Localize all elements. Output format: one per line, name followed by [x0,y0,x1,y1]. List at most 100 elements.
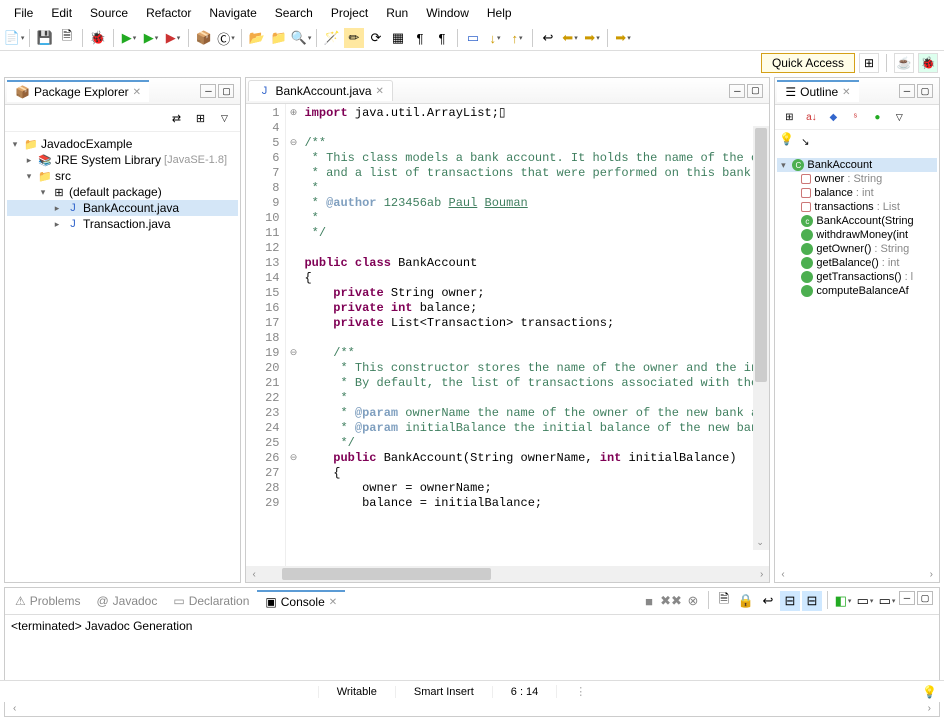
collapse-arrow-icon[interactable]: ▸ [51,219,63,230]
package-explorer-tab[interactable]: 📦 Package Explorer ✕ [7,80,149,102]
expand-arrow-icon[interactable]: ▾ [37,187,49,198]
sort-icon[interactable]: a↓ [801,107,821,127]
pilcrow-button[interactable]: ¶ [432,28,452,48]
debug-perspective-button[interactable]: 🐞 [918,53,938,73]
file-node-transaction[interactable]: ▸ J Transaction.java [7,216,238,232]
outline-member[interactable]: balance : int [777,186,937,200]
annotation-button[interactable]: ▭ [463,28,483,48]
display-selected-button[interactable]: ▭ [855,591,875,611]
outline-member[interactable]: cBankAccount(String [777,214,937,228]
expand-arrow-icon[interactable]: ▾ [23,171,35,182]
outline-member[interactable]: withdrawMoney(int [777,228,937,242]
run-button[interactable]: ▶ [119,28,139,48]
maximize-button[interactable]: ▢ [218,84,234,98]
outline-scrollbar[interactable]: ‹› [775,567,939,582]
open-type-button[interactable]: 📂 [247,28,267,48]
tab-problems[interactable]: ⚠Problems [7,591,88,611]
link-editor-icon[interactable]: ⊞ [190,108,210,128]
remove-launch-button[interactable]: ✖✖ [661,591,681,611]
java-perspective-button[interactable]: ☕ [894,53,914,73]
outline-member[interactable]: getTransactions() : l [777,270,937,284]
outline-member[interactable]: owner : String [777,172,937,186]
outline-class-node[interactable]: ▾CBankAccount [777,158,937,172]
hide-static-icon[interactable]: ˢ [845,107,865,127]
minimize-button[interactable]: ─ [729,84,745,98]
toggle-highlight-button[interactable]: ✏ [344,28,364,48]
open-perspective-button[interactable]: ⊞ [859,53,879,73]
show-console-out-button[interactable]: ⊟ [780,591,800,611]
open-task-button[interactable]: 📁 [269,28,289,48]
console-scrollbar[interactable]: ‹› [5,701,939,716]
coverage-button[interactable]: ▶ [141,28,161,48]
show-whitespace-button[interactable]: ¶ [410,28,430,48]
maximize-button[interactable]: ▢ [917,591,933,605]
code-area[interactable]: import java.util.ArrayList;▯ /** * This … [300,104,769,566]
close-icon[interactable]: ✕ [133,87,141,98]
minimize-button[interactable]: ─ [899,84,915,98]
src-node[interactable]: ▾ 📁 src [7,168,238,184]
block-select-button[interactable]: ▦ [388,28,408,48]
outline-member[interactable]: getBalance() : int [777,256,937,270]
menu-window[interactable]: Window [418,3,477,23]
remove-all-button[interactable]: ⊗ [683,591,703,611]
tip-icon[interactable]: 💡 [922,685,936,699]
menu-edit[interactable]: Edit [43,3,80,23]
quick-access-field[interactable]: Quick Access [761,53,855,73]
outline-tab[interactable]: ☰ Outline ✕ [777,80,858,102]
save-all-button[interactable]: 🗎 [57,28,77,48]
package-node[interactable]: ▾ ⊞ (default package) [7,184,238,200]
editor-body[interactable]: 1456789101112131415161718192021222324252… [246,104,769,566]
last-edit-button[interactable]: ↩ [538,28,558,48]
tab-javadoc[interactable]: @Javadoc [88,591,165,611]
clear-console-button[interactable]: 🗎 [714,591,734,611]
minimize-button[interactable]: ─ [200,84,216,98]
outline-member[interactable]: getOwner() : String [777,242,937,256]
maximize-button[interactable]: ▢ [917,84,933,98]
horizontal-scrollbar[interactable]: ‹› [246,566,769,582]
save-button[interactable]: 💾 [35,28,55,48]
collapse-arrow-icon[interactable]: ▸ [51,203,63,214]
prev-annotation-button[interactable]: ↑ [507,28,527,48]
collapse-arrow-icon[interactable]: ▸ [23,155,35,166]
new-button[interactable]: 📄 [4,28,24,48]
collapse-all-icon[interactable]: ⇄ [166,108,186,128]
debug-button[interactable]: 🐞 [88,28,108,48]
back-button[interactable]: ⬅ [560,28,580,48]
menu-run[interactable]: Run [378,3,416,23]
outline-member[interactable]: transactions : List [777,200,937,214]
search-button[interactable]: 🔍 [291,28,311,48]
menu-navigate[interactable]: Navigate [201,3,264,23]
menu-refactor[interactable]: Refactor [138,3,199,23]
file-node-bankaccount[interactable]: ▸ J BankAccount.java [7,200,238,216]
new-package-button[interactable]: 📦 [194,28,214,48]
menu-help[interactable]: Help [479,3,520,23]
perspective-button[interactable]: ➡ [613,28,633,48]
menu-source[interactable]: Source [82,3,136,23]
tab-console[interactable]: ▣Console ✕ [257,590,345,612]
word-wrap-button[interactable]: ↩ [758,591,778,611]
lightbulb-icon[interactable]: 💡 [779,132,793,146]
vertical-scrollbar[interactable]: ⌄ [753,126,769,550]
menu-file[interactable]: File [6,3,41,23]
focus-icon[interactable]: ⊞ [779,107,799,127]
menu-project[interactable]: Project [323,3,376,23]
show-console-err-button[interactable]: ⊟ [802,591,822,611]
forward-button[interactable]: ➡ [582,28,602,48]
editor-tab[interactable]: J BankAccount.java ✕ [248,80,392,101]
open-console-button[interactable]: ▭ [877,591,897,611]
link-icon[interactable]: ↘ [795,132,815,152]
close-icon[interactable]: ✕ [842,87,850,98]
status-menu[interactable]: ⋮ [556,685,604,698]
tab-declaration[interactable]: ▭Declaration [165,591,257,611]
pin-console-button[interactable]: ◧ [833,591,853,611]
minimize-button[interactable]: ─ [899,591,915,605]
maximize-button[interactable]: ▢ [747,84,763,98]
new-class-button[interactable]: Ⓒ [216,28,236,48]
external-tools-button[interactable]: ▶ [163,28,183,48]
wand-button[interactable]: 🪄 [322,28,342,48]
project-node[interactable]: ▾ 📁 JavadocExample [7,136,238,152]
close-icon[interactable]: ✕ [376,86,384,97]
next-annotation-button[interactable]: ↓ [485,28,505,48]
menu-search[interactable]: Search [267,3,321,23]
jre-node[interactable]: ▸ 📚 JRE System Library [JavaSE-1.8] [7,152,238,168]
